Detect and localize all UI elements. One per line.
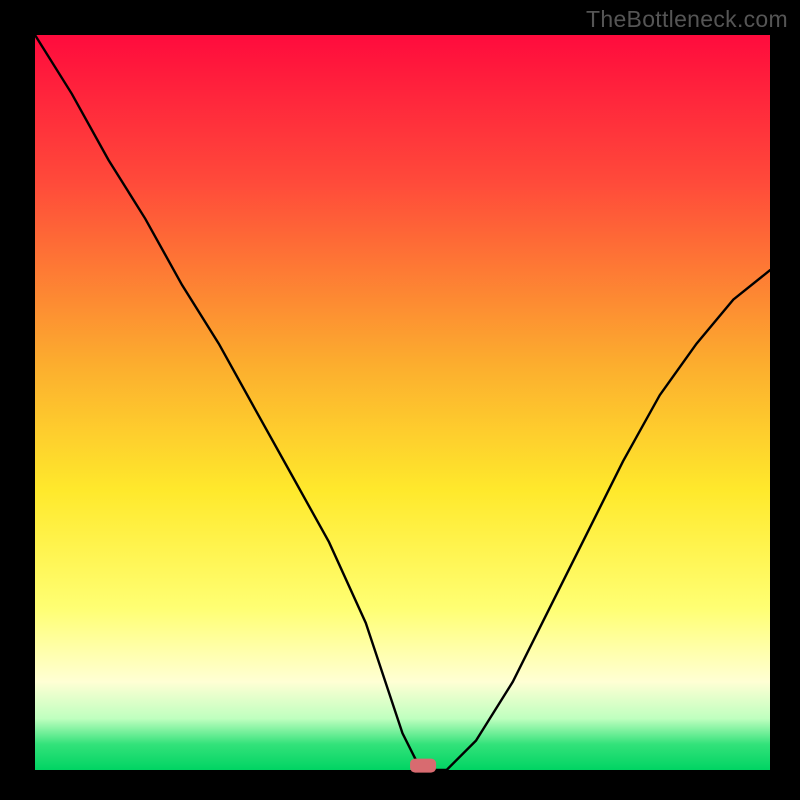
bottleneck-chart (0, 0, 800, 800)
watermark-text: TheBottleneck.com (586, 6, 788, 33)
minimum-marker (410, 759, 436, 773)
plot-background (35, 35, 770, 770)
chart-frame: TheBottleneck.com (0, 0, 800, 800)
